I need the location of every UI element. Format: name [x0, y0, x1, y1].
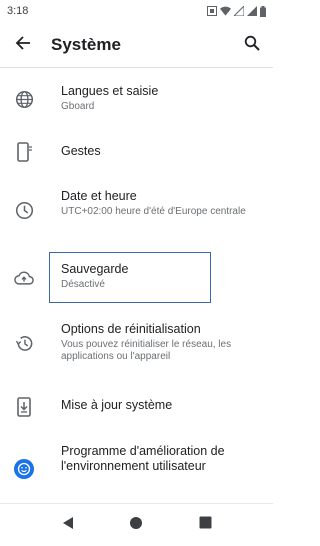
setting-reset-options[interactable]: Options de réinitialisation Vous pouvez … [0, 313, 273, 373]
status-time: 3:18 [7, 5, 29, 17]
nav-home-icon [129, 516, 143, 535]
setting-date-time[interactable]: Date et heure UTC+02:00 heure d'été d'Eu… [0, 178, 273, 253]
globe-icon [12, 87, 36, 111]
setting-title: Gestes [61, 144, 101, 158]
setting-title: Mise à jour système [61, 398, 173, 412]
setting-title: Langues et saisie [61, 84, 159, 98]
search-icon [244, 35, 260, 56]
battery-icon [260, 5, 266, 17]
setting-gestures[interactable]: Gestes [0, 128, 273, 178]
nav-home-button[interactable] [127, 516, 145, 534]
status-icons [207, 5, 266, 17]
setting-title: Date et heure [61, 189, 137, 203]
setting-subtitle: UTC+02:00 heure d'été d'Europe centrale [61, 206, 246, 217]
search-button[interactable] [241, 34, 263, 56]
clock-icon [12, 198, 36, 222]
sim-status-icon [207, 6, 217, 16]
smiley-badge-icon [12, 457, 36, 481]
system-update-icon [12, 395, 36, 419]
nav-recents-button[interactable] [196, 516, 214, 534]
setting-title: Programme d'amélioration de l'environnem… [61, 444, 225, 473]
back-button[interactable] [12, 34, 34, 56]
app-bar: Système [0, 22, 273, 68]
navigation-bar [0, 503, 273, 546]
cellular-signal-icon [234, 6, 244, 16]
nav-back-icon [61, 516, 75, 535]
highlight-box [49, 252, 211, 303]
cellular-signal-icon [247, 6, 257, 16]
history-icon [12, 331, 36, 355]
setting-subtitle: Gboard [61, 101, 95, 112]
cloud-upload-icon [12, 266, 36, 290]
phone-gesture-icon [12, 140, 36, 164]
page-title: Système [51, 35, 121, 54]
setting-title: Options de réinitialisation [61, 322, 201, 336]
arrow-back-icon [15, 35, 31, 56]
nav-back-button[interactable] [59, 516, 77, 534]
setting-system-update[interactable]: Mise à jour système [0, 373, 273, 433]
status-bar: 3:18 [0, 0, 273, 22]
nav-recents-icon [199, 516, 212, 534]
setting-improvement-program[interactable]: Programme d'amélioration de l'environnem… [0, 433, 273, 493]
setting-subtitle: Vous pouvez réinitialiser le réseau, les… [61, 339, 232, 362]
setting-languages-input[interactable]: Langues et saisie Gboard [0, 68, 273, 128]
wifi-icon [220, 6, 231, 16]
